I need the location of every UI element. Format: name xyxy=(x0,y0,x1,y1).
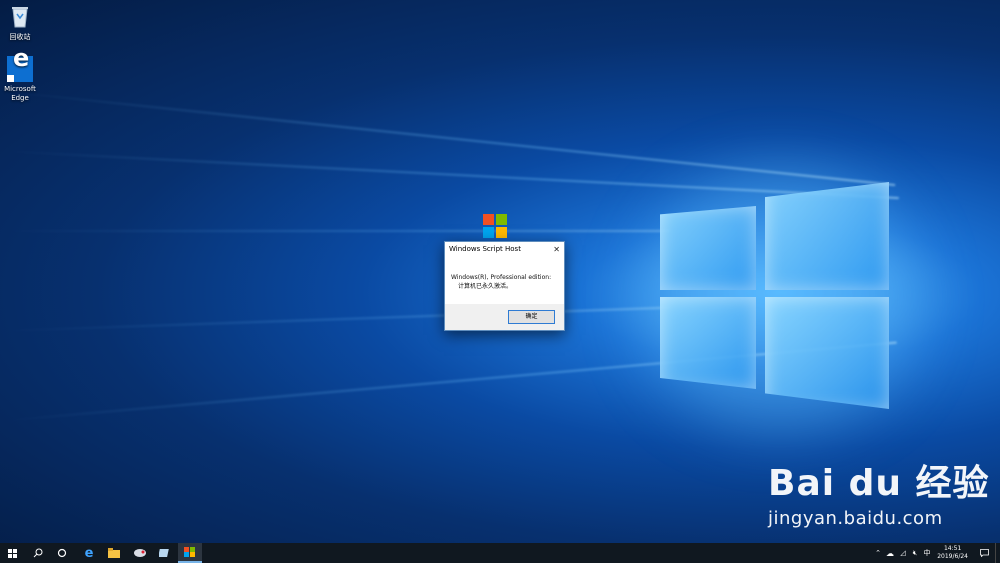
dialog-footer: 确定 xyxy=(445,304,564,330)
notification-icon xyxy=(979,549,989,557)
edge-icon: e xyxy=(84,545,94,561)
windows-logo-pane xyxy=(765,182,889,290)
light-beam xyxy=(0,230,670,232)
search-button[interactable] xyxy=(26,543,50,563)
script-host-icon xyxy=(184,547,195,557)
start-icon xyxy=(7,548,17,558)
tray-network[interactable]: ◿ xyxy=(897,543,909,563)
start-button[interactable] xyxy=(0,543,24,563)
taskbar-file-explorer[interactable] xyxy=(102,543,126,563)
app-icon xyxy=(159,549,169,557)
cloud-icon: ☁ xyxy=(886,548,894,558)
app-icon xyxy=(134,549,146,557)
watermark-brand: Bai du 经验 xyxy=(768,463,990,504)
ok-button[interactable]: 确定 xyxy=(508,310,555,324)
watermark-url: jingyan.baidu.com xyxy=(768,508,943,529)
taskbar: e ⌃ ☁ ◿ 🔇︎ 中 14:51 2019/6/24 xyxy=(0,543,1000,563)
task-view-button[interactable] xyxy=(50,543,74,563)
desktop-icon-microsoft-edge[interactable]: e Microsoft Edge xyxy=(0,46,40,103)
clock[interactable]: 14:51 2019/6/24 xyxy=(937,545,968,561)
clock-date: 2019/6/24 xyxy=(937,553,968,560)
tray-volume[interactable]: 🔇︎ xyxy=(909,543,921,563)
windows-logo-pane xyxy=(660,297,756,389)
taskbar-app[interactable] xyxy=(128,543,152,563)
light-beam xyxy=(0,90,896,187)
network-icon: ◿ xyxy=(900,549,906,557)
light-beam xyxy=(0,306,670,332)
tray-expand[interactable]: ⌃ xyxy=(872,543,884,563)
taskbar-edge[interactable]: e xyxy=(77,543,101,563)
dialog-message: Windows(R), Professional edition: 计算机已永久… xyxy=(445,257,564,302)
tray-ime[interactable]: 中 xyxy=(921,543,933,563)
tray-onedrive[interactable]: ☁ xyxy=(884,543,896,563)
recycle-bin-icon xyxy=(7,4,33,30)
message-line: Windows(R), Professional edition: xyxy=(451,274,552,281)
show-desktop-button[interactable] xyxy=(995,543,1000,563)
close-icon[interactable]: ✕ xyxy=(553,242,560,257)
windows-flag-icon xyxy=(483,214,507,238)
desktop-icon-label: Microsoft xyxy=(4,85,36,93)
taskbar-app[interactable] xyxy=(153,543,177,563)
clock-time: 14:51 xyxy=(943,545,962,552)
taskbar-script-host[interactable] xyxy=(178,543,202,563)
desktop-icon-recycle-bin[interactable]: 回收站 xyxy=(0,4,40,42)
script-host-dialog: Windows Script Host ✕ Windows(R), Profes… xyxy=(444,241,565,331)
folder-icon xyxy=(108,548,120,558)
dialog-title-bar[interactable]: Windows Script Host ✕ xyxy=(445,242,564,257)
volume-muted-icon: 🔇︎ xyxy=(912,548,918,557)
task-view-icon xyxy=(57,548,67,558)
ime-indicator: 中 xyxy=(923,549,931,557)
chevron-up-icon: ⌃ xyxy=(875,549,881,557)
edge-icon: e xyxy=(7,46,33,82)
desktop-icon-label: Edge xyxy=(11,94,29,102)
dialog-title: Windows Script Host xyxy=(449,245,521,253)
baidu-watermark: Bai du 经验 jingyan.baidu.com xyxy=(768,454,990,529)
search-icon xyxy=(33,548,43,558)
action-center-button[interactable] xyxy=(976,543,992,563)
message-line: 计算机已永久激活。 xyxy=(458,283,513,290)
windows-logo-pane xyxy=(660,206,756,290)
desktop-icon-label: 回收站 xyxy=(9,33,31,41)
windows-logo-pane xyxy=(765,297,889,409)
